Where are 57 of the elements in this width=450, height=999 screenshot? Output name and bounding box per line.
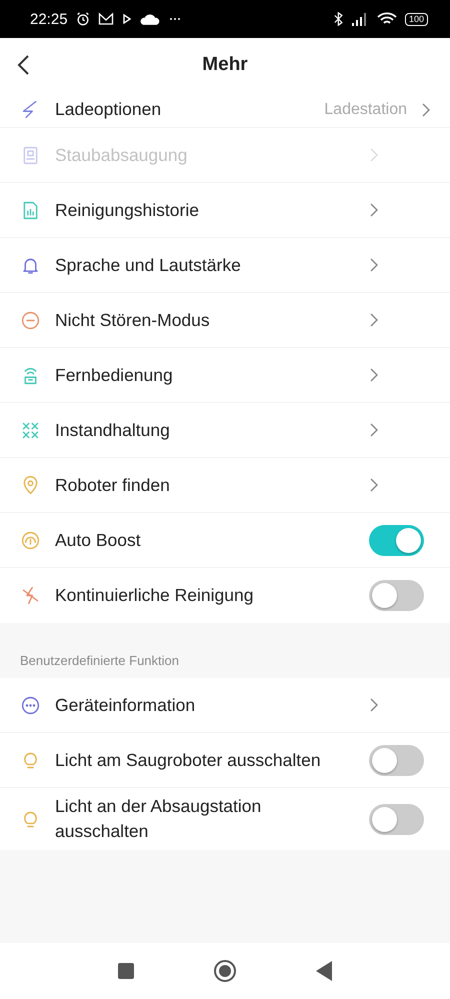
row-label: Licht an der Absaugstation ausschalten [55,795,262,843]
status-time: 22:25 [30,10,68,28]
row-label: Roboter finden [55,474,171,496]
settings-row[interactable]: Fernbedienung [0,348,450,403]
settings-row[interactable]: Licht am Saugroboter ausschalten [0,733,450,788]
settings-row[interactable]: Reinigungshistorie [0,183,450,238]
settings-row[interactable]: Instandhaltung [0,403,450,458]
wifi-icon [376,12,397,26]
chevron-icon [369,203,378,217]
row-label: Staubabsaugung [55,144,188,167]
settings-row[interactable]: Licht an der Absaugstation ausschalten [0,788,450,850]
settings-row[interactable]: Sprache und Lautstärke [0,238,450,293]
row-label: Geräteinformation [55,694,196,716]
chevron-icon [369,148,378,162]
mail-icon [98,12,114,26]
row-label: Ladeoptionen [55,98,162,121]
signal-icon [350,12,369,26]
chevron-icon [421,102,430,116]
row-label: Licht am Saugroboter ausschalten [55,748,322,772]
row-label: Reinigungshistorie [55,198,200,222]
chevron-icon [369,698,378,712]
more-circle-icon [20,694,41,716]
play-icon [122,12,132,26]
chevron-icon [369,313,378,327]
home-button[interactable] [214,960,236,982]
row-label: Fernbedienung [55,364,174,387]
row-label: Instandhaltung [55,418,171,442]
row-value: Ladestation [324,100,407,118]
back-nav-button[interactable] [316,961,332,981]
row-label: Auto Boost [55,528,142,552]
toggle-switch[interactable] [369,804,424,834]
battery-level: 100 [404,12,428,26]
settings-row[interactable]: Roboter finden [0,458,450,513]
settings-row[interactable]: Kontinuierliche Reinigung [0,568,450,623]
section-title: Benutzerdefinierte Funktion [19,652,180,670]
chevron-icon [369,478,378,492]
settings-row[interactable]: Auto Boost [0,513,450,568]
settings-row[interactable]: Nicht Stören-Modus [0,293,450,348]
cloud-icon [140,12,161,26]
minus-circle-icon [20,310,41,330]
toggle-switch[interactable] [369,524,424,556]
toggle-switch[interactable] [369,580,424,611]
gauge-icon [20,530,41,550]
chevron-icon [369,423,378,437]
toggle-switch[interactable] [369,744,424,776]
row-label: Kontinuierliche Reinigung [55,584,254,607]
crossed-lightning-icon [20,585,41,606]
more-icon [168,17,181,21]
alarm-clock-icon [76,12,90,26]
page-title: Mehr [202,54,248,76]
row-label: Sprache und Lautstärke [55,254,242,277]
chevron-icon [369,258,378,272]
settings-row[interactable]: Geräteinformation [0,678,450,733]
chevron-icon [369,368,378,382]
settings-row[interactable]: Ladeoptionen Ladestation [0,92,450,128]
row-label: Nicht Stören-Modus [55,308,211,332]
bluetooth-icon [334,12,343,26]
